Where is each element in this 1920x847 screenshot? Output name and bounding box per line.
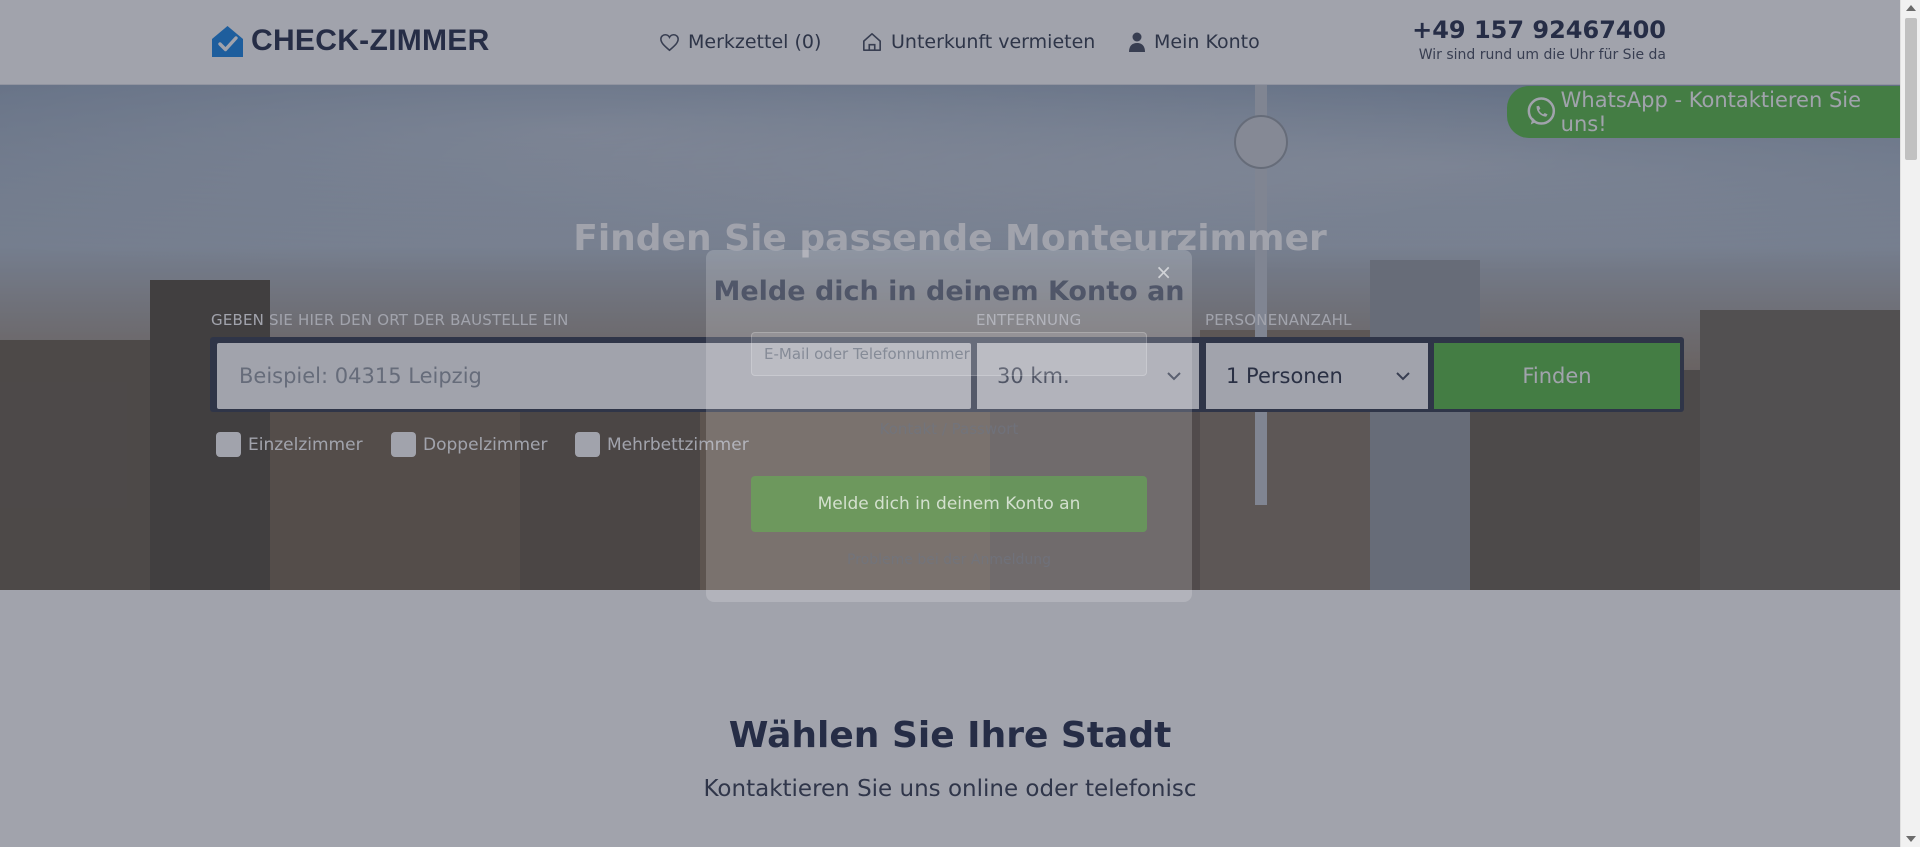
scroll-down-arrow-icon[interactable]	[1906, 836, 1916, 842]
login-submit-button[interactable]: Melde dich in deinem Konto an	[751, 476, 1147, 532]
login-modal-title: Melde dich in deinem Konto an	[713, 276, 1185, 307]
login-hint[interactable]: Kontakt / Passwort	[706, 420, 1192, 438]
scroll-thumb[interactable]	[1905, 18, 1917, 160]
login-email-input[interactable]: E-Mail oder Telefonnummer	[751, 332, 1147, 376]
page-scrollbar[interactable]	[1900, 0, 1920, 847]
login-help-link[interactable]: Probleme bei der Anmeldung	[706, 552, 1192, 568]
scroll-up-arrow-icon[interactable]	[1906, 5, 1916, 11]
login-modal: × Melde dich in deinem Konto an E-Mail o…	[706, 250, 1192, 602]
login-email-placeholder: E-Mail oder Telefonnummer	[764, 345, 970, 363]
